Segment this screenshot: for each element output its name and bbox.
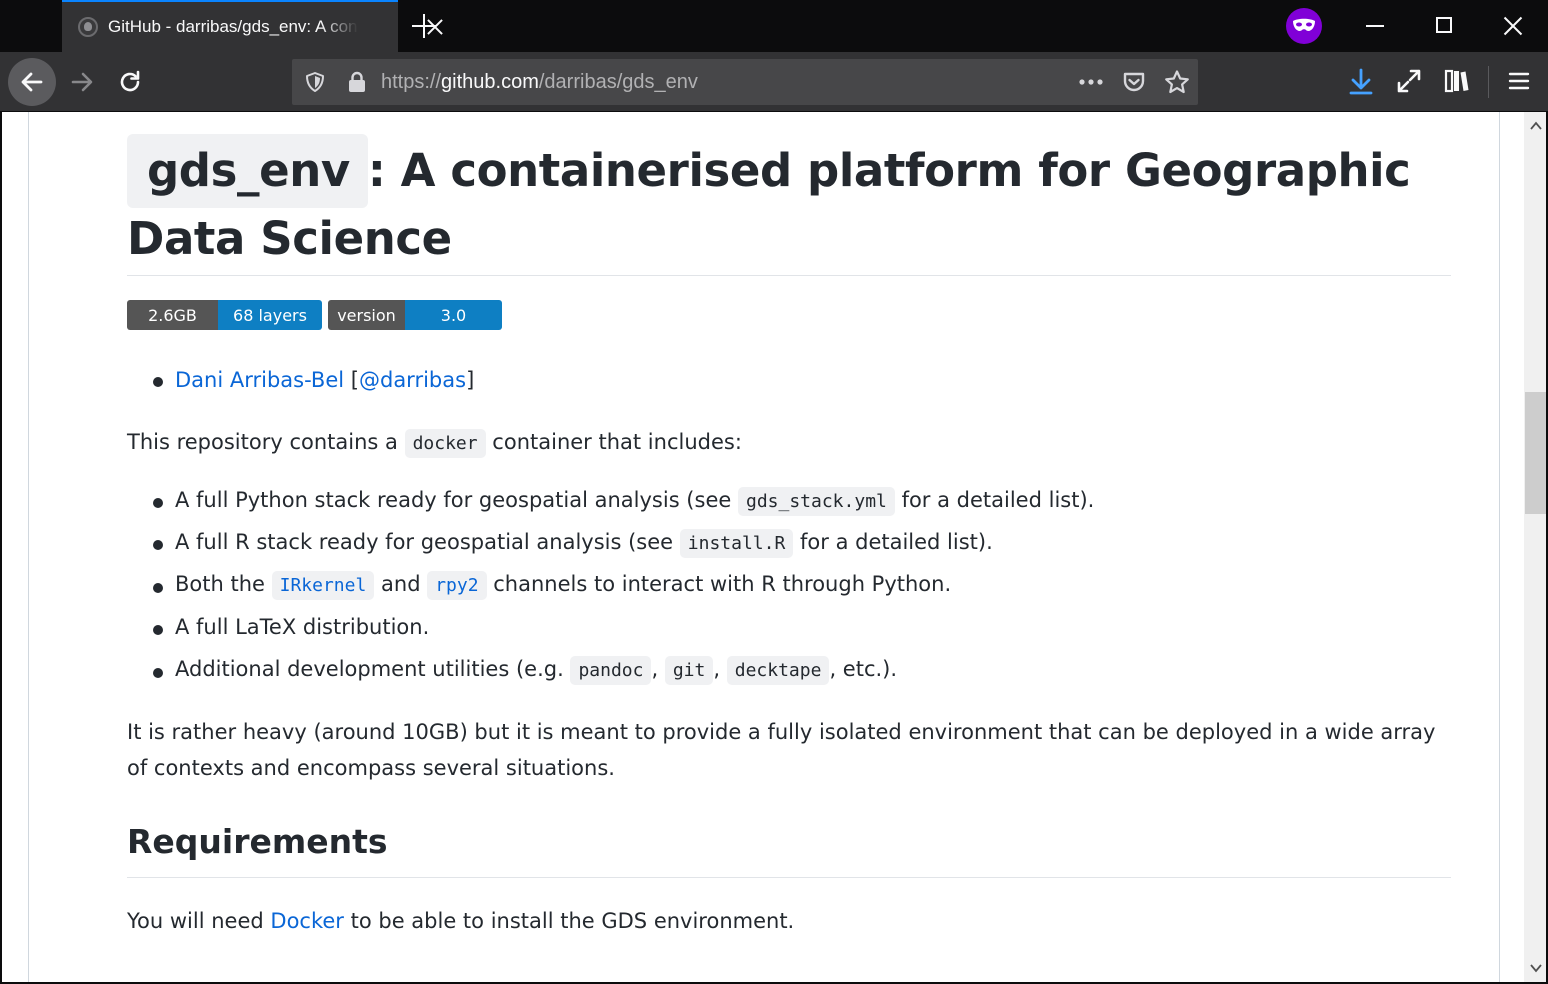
feature-text: Additional development utilities (e.g. xyxy=(175,657,564,681)
bracket-open: [ xyxy=(350,368,359,392)
feature-python-item: A full Python stack ready for geospatial… xyxy=(175,487,1095,516)
list-bullet xyxy=(153,377,163,387)
comma: , xyxy=(713,657,721,681)
bracket-close: ] xyxy=(466,368,475,392)
readme-container: gds_env: A containerised platform for Ge… xyxy=(28,112,1500,982)
feature-text: A full R stack ready for geospatial anal… xyxy=(175,530,674,554)
page-actions-more-icon[interactable] xyxy=(1078,73,1104,96)
feature-text: and xyxy=(381,572,421,596)
feature-text: Both the xyxy=(175,572,265,596)
navigation-toolbar: https://github.com/darribas/gds_env xyxy=(0,52,1548,112)
feature-utilities-item: Additional development utilities (e.g. p… xyxy=(175,656,898,685)
url-host: github.com xyxy=(441,71,539,93)
fullscreen-expand-icon[interactable] xyxy=(1396,68,1422,99)
author-handle-link[interactable]: @darribas xyxy=(359,368,466,392)
intro-paragraph: This repository contains a docker contai… xyxy=(127,424,742,462)
intro-after: container that includes: xyxy=(492,430,742,454)
feature-text: , etc.). xyxy=(829,657,898,681)
list-bullet xyxy=(153,540,163,550)
feature-r-item: A full R stack ready for geospatial anal… xyxy=(175,529,993,558)
list-bullet xyxy=(153,498,163,508)
docker-code: docker xyxy=(404,429,486,458)
secure-lock-icon[interactable] xyxy=(346,71,368,98)
tracking-protection-shield-icon[interactable] xyxy=(304,71,326,98)
requirements-text: You will need xyxy=(127,909,264,933)
scrollbar-thumb[interactable] xyxy=(1525,392,1546,514)
page-title: gds_env: A containerised platform for Ge… xyxy=(127,134,1451,270)
feature-text: for a detailed list). xyxy=(800,530,993,554)
scroll-down-arrow-icon[interactable] xyxy=(1530,960,1542,978)
irkernel-link[interactable]: IRkernel xyxy=(271,571,375,600)
back-arrow-icon[interactable] xyxy=(8,58,56,106)
requirements-paragraph: You will need Docker to be able to insta… xyxy=(127,903,794,939)
feature-latex-item: A full LaTeX distribution. xyxy=(175,615,429,639)
url-scheme: https:// xyxy=(381,71,442,93)
minimize-window-icon[interactable] xyxy=(1366,25,1384,27)
address-bar[interactable]: https://github.com/darribas/gds_env xyxy=(292,59,1198,105)
vertical-scrollbar[interactable] xyxy=(1524,112,1546,982)
version-badge[interactable]: version 3.0 xyxy=(328,300,502,330)
list-bullet xyxy=(153,668,163,678)
badge-version-label: version xyxy=(328,300,405,330)
close-window-icon[interactable] xyxy=(1502,14,1524,36)
reload-icon[interactable] xyxy=(114,62,146,102)
weight-paragraph-line2: of contexts and encompass several situat… xyxy=(127,756,615,780)
scroll-up-arrow-icon[interactable] xyxy=(1530,118,1542,136)
feature-text: for a detailed list). xyxy=(901,488,1095,512)
feature-text: channels to interact with R through Pyth… xyxy=(493,572,952,596)
page-viewport: gds_env: A containerised platform for Ge… xyxy=(0,112,1548,984)
title-bar: GitHub - darribas/gds_env: A containeris… xyxy=(0,0,1548,52)
rpy2-link[interactable]: rpy2 xyxy=(427,571,487,600)
new-tab-plus-icon[interactable] xyxy=(412,14,436,38)
downloads-arrow-icon[interactable] xyxy=(1348,68,1374,101)
badge-layers-label: 68 layers xyxy=(218,300,322,330)
pandoc-code: pandoc xyxy=(570,656,652,685)
author-name-link[interactable]: Dani Arribas-Bel xyxy=(175,368,344,392)
install-r-code: install.R xyxy=(679,529,794,558)
decktape-code: decktape xyxy=(726,656,830,685)
git-code: git xyxy=(664,656,714,685)
feature-text: A full Python stack ready for geospatial… xyxy=(175,488,732,512)
library-books-icon[interactable] xyxy=(1444,68,1470,99)
maximize-window-icon[interactable] xyxy=(1436,17,1452,33)
toolbar-separator xyxy=(1488,66,1489,98)
badge-version-value: 3.0 xyxy=(405,300,502,330)
url-text[interactable]: https://github.com/darribas/gds_env xyxy=(381,71,698,94)
forward-arrow-icon[interactable] xyxy=(66,62,98,102)
title-divider xyxy=(127,275,1451,276)
weight-paragraph-line1: It is rather heavy (around 10GB) but it … xyxy=(127,720,1436,744)
author-item: Dani Arribas-Bel [@darribas] xyxy=(175,368,474,392)
list-bullet xyxy=(153,625,163,635)
github-favicon-icon xyxy=(78,17,98,37)
tab-github-gds-env[interactable]: GitHub - darribas/gds_env: A containeris… xyxy=(62,0,398,52)
intro-before: This repository contains a xyxy=(127,430,398,454)
feature-text: A full LaTeX distribution. xyxy=(175,615,430,639)
gds-stack-code: gds_stack.yml xyxy=(737,487,895,516)
title-code: gds_env xyxy=(127,134,368,208)
requirements-text: to be able to install the GDS environmen… xyxy=(350,909,795,933)
requirements-heading: Requirements xyxy=(127,822,388,861)
badge-size-label: 2.6GB xyxy=(127,300,218,330)
feature-kernels-item: Both the IRkernel and rpy2 channels to i… xyxy=(175,571,952,600)
private-browsing-mask-icon xyxy=(1286,8,1322,44)
hamburger-menu-icon[interactable] xyxy=(1508,70,1530,97)
url-path: /darribas/gds_env xyxy=(538,71,698,93)
comma: , xyxy=(651,657,659,681)
requirements-divider xyxy=(127,877,1451,878)
docker-link[interactable]: Docker xyxy=(270,909,344,933)
list-bullet xyxy=(153,583,163,593)
tab-title: GitHub - darribas/gds_env: A containeris… xyxy=(108,17,358,36)
pocket-icon[interactable] xyxy=(1122,70,1146,99)
image-size-badge[interactable]: 2.6GB 68 layers xyxy=(127,300,322,330)
bookmark-star-icon[interactable] xyxy=(1164,69,1190,100)
